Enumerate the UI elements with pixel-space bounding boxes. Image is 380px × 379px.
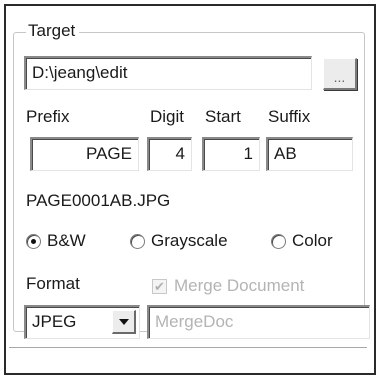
radio-bw[interactable]: B&W [26, 231, 86, 251]
merge-document-label: Merge Document [174, 276, 305, 295]
filename-preview: PAGE0001AB.JPG [26, 191, 171, 210]
checkmark-icon[interactable]: ✔ [152, 278, 167, 294]
radio-color-indicator[interactable] [271, 233, 286, 249]
suffix-label: Suffix [268, 107, 311, 126]
digit-label: Digit [150, 107, 185, 126]
format-label: Format [26, 274, 80, 293]
merge-document-checkbox[interactable]: ✔ Merge Document [152, 276, 304, 296]
target-path-input[interactable]: D:\jeang\edit [24, 56, 312, 90]
radio-grayscale[interactable]: Grayscale [130, 231, 228, 251]
merge-name-input: MergeDoc [147, 305, 370, 339]
chevron-down-icon[interactable] [112, 310, 136, 334]
radio-color[interactable]: Color [271, 231, 333, 251]
format-select-value: JPEG [32, 312, 77, 331]
digit-input[interactable]: 4 [147, 137, 192, 171]
suffix-input[interactable]: AB [266, 137, 353, 171]
format-select[interactable]: JPEG [24, 305, 140, 339]
browse-button[interactable]: ... [323, 58, 357, 90]
start-input[interactable]: 1 [202, 137, 260, 171]
prefix-input[interactable]: PAGE [30, 137, 139, 171]
bottom-divider [9, 347, 367, 349]
radio-bw-indicator[interactable] [26, 233, 41, 249]
start-label: Start [205, 107, 241, 126]
radio-grayscale-label: Grayscale [151, 231, 228, 250]
radio-bw-label: B&W [47, 231, 86, 250]
target-group-title: Target [26, 20, 80, 42]
radio-color-label: Color [292, 231, 333, 250]
prefix-label: Prefix [26, 107, 70, 126]
radio-grayscale-indicator[interactable] [130, 233, 145, 249]
